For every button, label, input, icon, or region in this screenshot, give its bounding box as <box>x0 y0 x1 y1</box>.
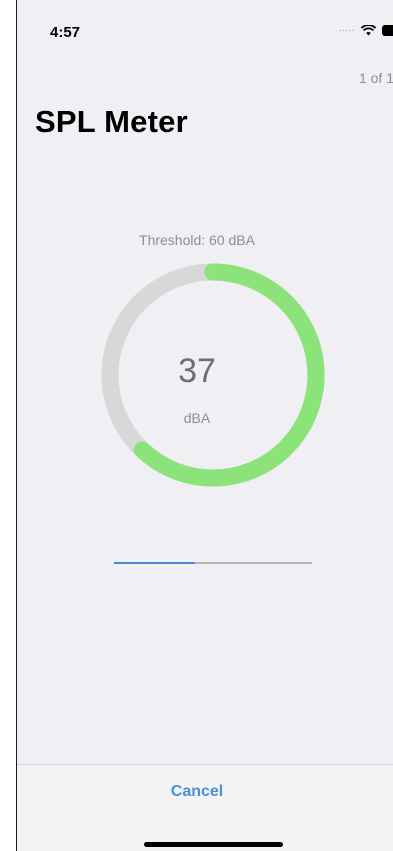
status-icons: ····· <box>338 25 393 36</box>
status-time: 4:57 <box>50 24 81 41</box>
wifi-icon <box>361 25 376 36</box>
phone-screen: 4:57 ····· 1 of 1 SPL Meter Threshold: 6… <box>16 0 393 851</box>
page-title: SPL Meter <box>35 104 188 139</box>
spl-value: 37 <box>178 352 216 390</box>
home-indicator <box>144 842 283 847</box>
battery-icon <box>382 25 393 36</box>
spl-unit: dBA <box>183 410 211 426</box>
threshold-label: Threshold: 60 dBA <box>139 232 255 248</box>
page-indicator: 1 of 1 <box>358 70 393 86</box>
level-bar-fill <box>114 562 196 564</box>
level-bar <box>114 562 312 564</box>
cellular-dots-icon: ····· <box>338 24 355 36</box>
cancel-button[interactable]: Cancel <box>17 783 393 801</box>
bottom-toolbar: Cancel <box>17 764 393 851</box>
